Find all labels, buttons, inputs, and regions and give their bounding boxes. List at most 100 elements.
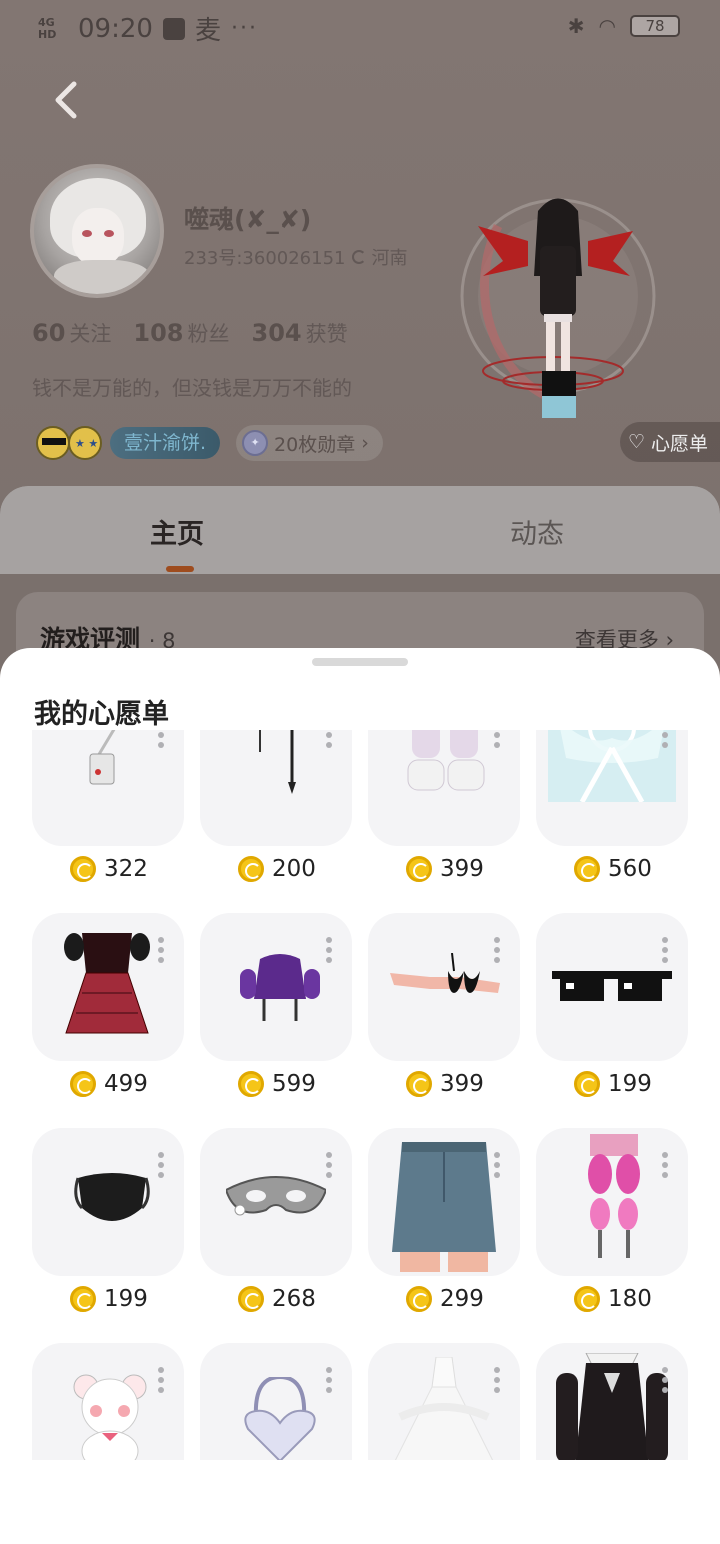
avatar[interactable] [30,164,164,298]
white-gown-item-thumbnail[interactable] [368,1343,520,1460]
user-id: 233号:360026151 [184,248,346,269]
back-button[interactable] [48,78,88,122]
socks-shoes-item-thumbnail[interactable] [368,730,520,846]
plaid-dress-item-image [64,933,150,1034]
sunglasses-emoji-icon [36,426,70,460]
bluetooth-icon: ✱ [567,14,585,38]
more-options-icon[interactable] [494,730,500,748]
more-options-icon[interactable] [158,1152,164,1178]
wishlist-item[interactable]: 180 [536,1128,688,1343]
item-price: 200 [238,856,316,882]
username: 噬魂(✘_✘) [184,205,312,234]
coin-icon [70,1286,96,1312]
star-eyes-emoji-icon: ★ ★ [68,426,102,460]
wishlist-item[interactable]: 268 [200,1128,352,1343]
wishlist-item[interactable]: 322 [32,730,184,913]
price-value: 180 [608,1286,652,1312]
wishlist-item[interactable] [32,1343,184,1460]
more-options-icon[interactable] [494,1367,500,1393]
sheet-drag-handle[interactable] [312,658,408,666]
wishlist-item[interactable]: 199 [32,1128,184,1343]
wishlist-title: 我的心愿单 [34,699,169,730]
item-price: 560 [574,856,652,882]
coin-icon [70,1071,96,1097]
wishlist-grid: 322 200 399 560 499 599 399 199 199 268 299 180 [32,730,692,1460]
pixel-sunglasses-item-image [552,971,672,1001]
price-value: 399 [440,856,484,882]
more-options-icon[interactable] [494,937,500,963]
coin-icon [238,1286,264,1312]
black-mask-item-thumbnail[interactable] [32,1128,184,1276]
bear-plush-item-thumbnail[interactable] [32,1343,184,1460]
wishlist-item[interactable]: 599 [200,913,352,1128]
price-value: 199 [608,1071,652,1097]
wishlist-button[interactable]: ♡ 心愿单 [620,422,720,462]
wishlist-item[interactable]: 199 [536,913,688,1128]
purple-jacket-item-thumbnail[interactable] [200,913,352,1061]
bikini-top-item-thumbnail[interactable] [368,913,520,1061]
price-value: 200 [272,856,316,882]
tab-home[interactable]: 主页 [150,512,204,551]
earrings-item-thumbnail[interactable] [200,730,352,846]
medal-icon: ✦ [242,430,269,456]
denim-skirt-item-thumbnail[interactable] [368,1128,520,1276]
item-price: 599 [238,1071,316,1097]
medals-button[interactable]: ✦ 20枚勋章 › [236,425,383,461]
denim-skirt-item-image [392,1142,496,1272]
stat-likes[interactable]: 304 获赞 [252,318,348,348]
wishlist-item[interactable] [368,1343,520,1460]
heart-bag-item-thumbnail[interactable] [200,1343,352,1460]
item-price: 322 [70,856,148,882]
wishlist-item[interactable]: 560 [536,730,688,913]
lace-eye-mask-item-thumbnail[interactable] [200,1128,352,1276]
bear-plush-item-image [73,1374,147,1460]
price-value: 268 [272,1286,316,1312]
more-options-icon[interactable] [662,1152,668,1178]
wings-background-item-thumbnail[interactable] [536,730,688,846]
more-notifications-icon: ··· [230,16,258,41]
bag-item-image [89,730,116,785]
status-bar: 4G HD 09:20 麦 ··· ✱ ◠ 78 [0,0,720,56]
pixel-sunglasses-item-thumbnail[interactable] [536,913,688,1061]
wishlist-item[interactable] [200,1343,352,1460]
pink-leg-accessory-item-image [588,1134,640,1258]
more-options-icon[interactable] [494,1152,500,1178]
more-options-icon[interactable] [662,937,668,963]
pink-leg-accessory-item-thumbnail[interactable] [536,1128,688,1276]
chevron-left-icon [55,81,77,119]
wishlist-item[interactable]: 499 [32,913,184,1128]
more-options-icon[interactable] [158,1367,164,1393]
plaid-dress-item-thumbnail[interactable] [32,913,184,1061]
coin-icon [406,1071,432,1097]
more-options-icon[interactable] [158,730,164,748]
more-options-icon[interactable] [326,937,332,963]
nickname-tag[interactable]: 壹汁渝饼. [110,427,221,459]
price-value: 299 [440,1286,484,1312]
wishlist-button-label: 心愿单 [651,432,709,455]
stat-following[interactable]: 60 关注 [32,318,111,348]
more-options-icon[interactable] [662,1367,668,1393]
item-price: 399 [406,1071,484,1097]
more-options-icon[interactable] [326,730,332,748]
more-options-icon[interactable] [662,730,668,748]
black-sailor-dress-item-thumbnail[interactable] [536,1343,688,1460]
more-options-icon[interactable] [326,1367,332,1393]
bag-item-thumbnail[interactable] [32,730,184,846]
stat-followers[interactable]: 108 粉丝 [133,318,229,348]
character-avatar-image[interactable] [458,166,662,456]
wishlist-item[interactable]: 299 [368,1128,520,1343]
price-value: 599 [272,1071,316,1097]
wishlist-item[interactable]: 399 [368,730,520,913]
wishlist-grid-viewport[interactable]: 322 200 399 560 499 599 399 199 199 268 299 180 [0,730,720,1460]
more-options-icon[interactable] [158,937,164,963]
wishlist-item[interactable]: 200 [200,730,352,913]
wings-background-item-image [548,730,676,802]
purple-jacket-item-image [240,954,320,1021]
price-value: 499 [104,1071,148,1097]
emoji-badge[interactable]: ★ ★ [36,424,106,462]
wishlist-item[interactable]: 399 [368,913,520,1128]
profile-stats: 60 关注 108 粉丝 304 获赞 [32,318,348,348]
tab-feed[interactable]: 动态 [510,512,564,551]
wishlist-item[interactable] [536,1343,688,1460]
more-options-icon[interactable] [326,1152,332,1178]
